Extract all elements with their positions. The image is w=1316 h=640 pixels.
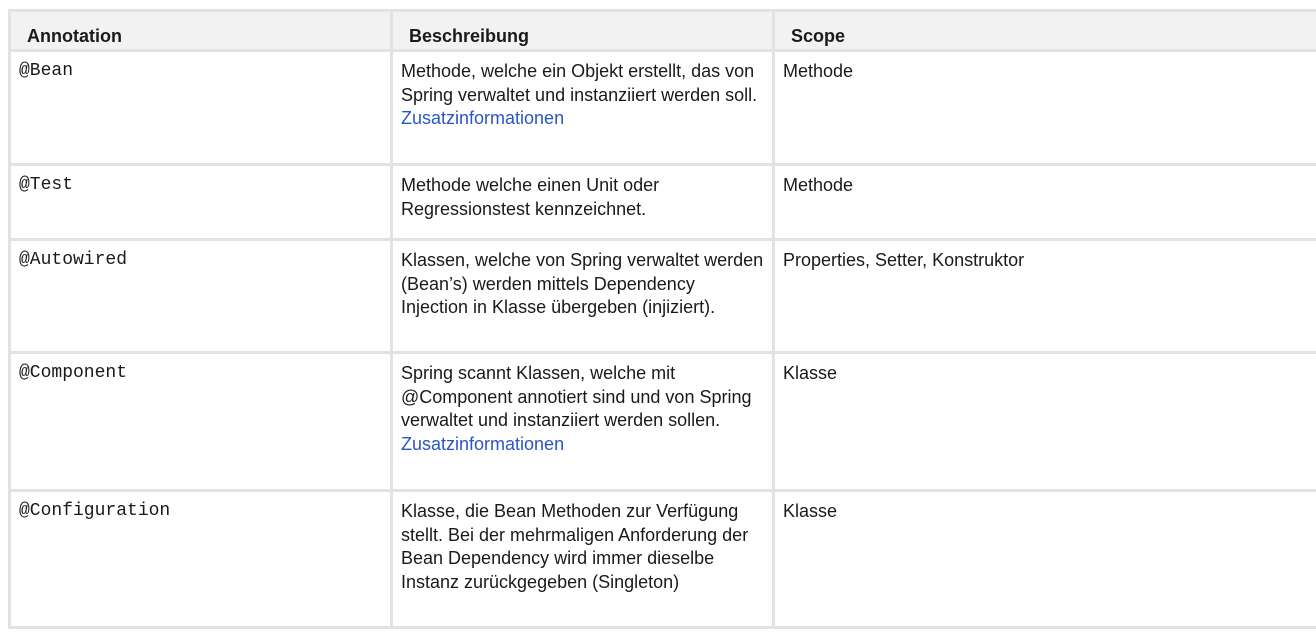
- description-cell: Klassen, welche von Spring verwaltet wer…: [390, 238, 775, 354]
- header-description: Beschreibung: [390, 9, 775, 52]
- annotation-cell: @Autowired: [8, 238, 393, 354]
- description-text: Klassen, welche von Spring verwaltet wer…: [401, 250, 764, 317]
- scope-cell: Properties, Setter, Konstruktor: [772, 238, 1316, 354]
- description-text: Spring scannt Klassen, welche mit @Compo…: [401, 363, 752, 430]
- table-row: @Configuration Klasse, die Bean Methoden…: [8, 489, 1316, 629]
- table-row: @Bean Methode, welche ein Objekt erstell…: [8, 49, 1316, 166]
- description-text: Methode, welche ein Objekt erstellt, das…: [401, 61, 758, 105]
- annotation-cell: @Test: [8, 163, 393, 241]
- description-cell: Klasse, die Bean Methoden zur Verfügung …: [390, 489, 775, 629]
- table-row: @Component Spring scannt Klassen, welche…: [8, 351, 1316, 492]
- header-scope: Scope: [772, 9, 1316, 52]
- table-body: @Bean Methode, welche ein Objekt erstell…: [8, 49, 1316, 629]
- zusatzinformationen-link[interactable]: Zusatzinformationen: [401, 107, 764, 131]
- annotation-cell: @Configuration: [8, 489, 393, 629]
- header-row: Annotation Beschreibung Scope: [8, 9, 1316, 52]
- annotations-table: Annotation Beschreibung Scope @Bean Meth…: [8, 9, 1316, 629]
- description-cell: Methode welche einen Unit oder Regressio…: [390, 163, 775, 241]
- annotation-cell: @Bean: [8, 49, 393, 166]
- table-row: @Test Methode welche einen Unit oder Reg…: [8, 163, 1316, 241]
- description-cell: Spring scannt Klassen, welche mit @Compo…: [390, 351, 775, 492]
- scope-cell: Klasse: [772, 489, 1316, 629]
- scope-cell: Methode: [772, 49, 1316, 166]
- annotation-cell: @Component: [8, 351, 393, 492]
- description-text: Methode welche einen Unit oder Regressio…: [401, 175, 660, 219]
- table-header: Annotation Beschreibung Scope: [8, 9, 1316, 52]
- scope-cell: Klasse: [772, 351, 1316, 492]
- table-row: @Autowired Klassen, welche von Spring ve…: [8, 238, 1316, 354]
- zusatzinformationen-link[interactable]: Zusatzinformationen: [401, 433, 764, 457]
- scope-cell: Methode: [772, 163, 1316, 241]
- description-text: Klasse, die Bean Methoden zur Verfügung …: [401, 501, 749, 592]
- description-cell: Methode, welche ein Objekt erstellt, das…: [390, 49, 775, 166]
- header-annotation: Annotation: [8, 9, 393, 52]
